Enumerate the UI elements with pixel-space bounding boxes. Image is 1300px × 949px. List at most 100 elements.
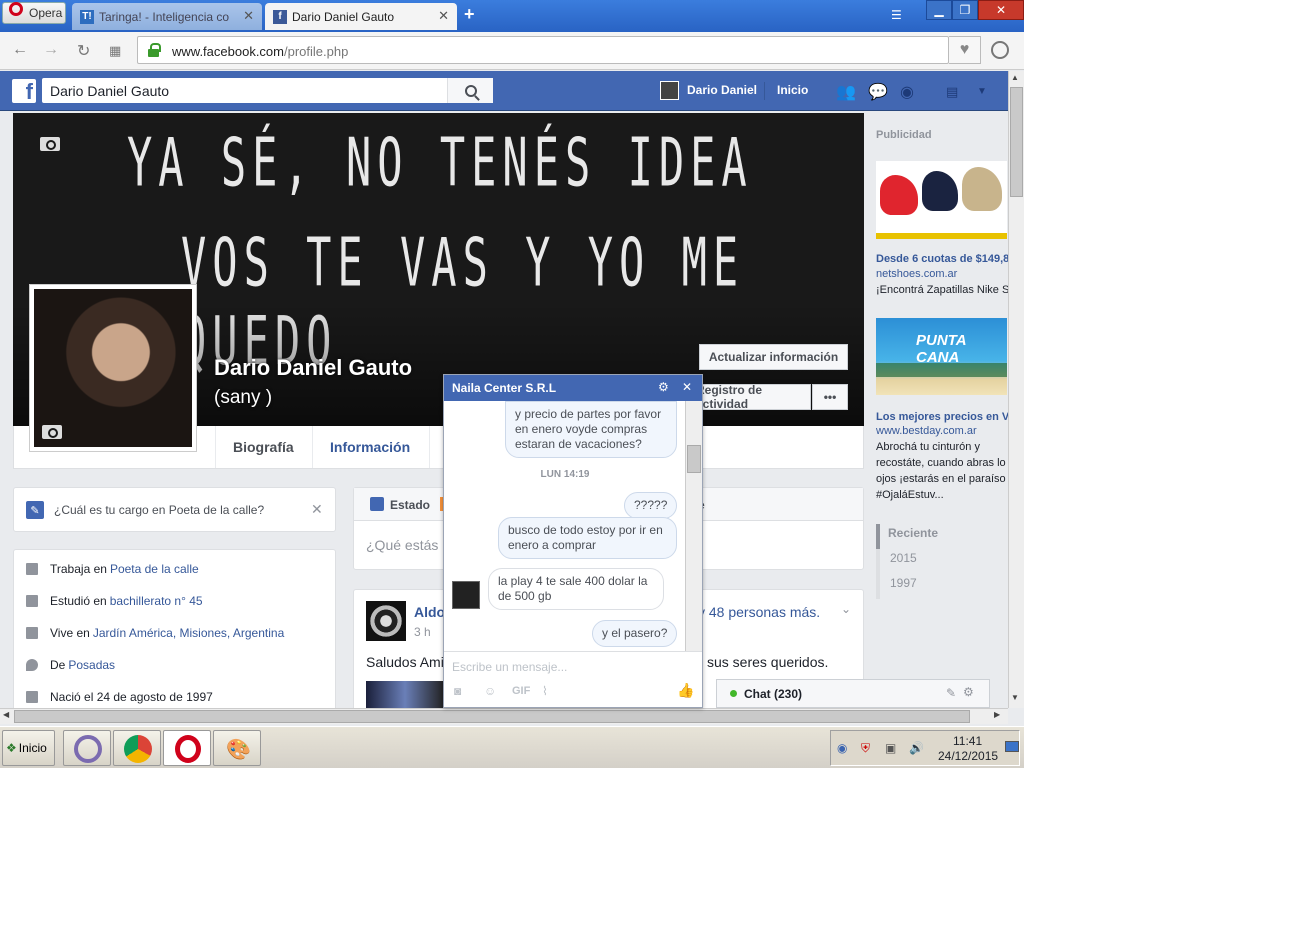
account-icon[interactable] [991, 41, 1009, 59]
chat-header[interactable]: Naila Center S.R.L ⚙ ✕ [444, 375, 702, 401]
new-message-icon[interactable]: ✎ [946, 686, 956, 700]
chat-camera-icon[interactable]: ◙ [454, 684, 461, 698]
like-thumb-icon[interactable]: 👍 [677, 682, 694, 699]
tab-menu-icon[interactable]: ☰ [891, 8, 907, 22]
chat-sidebar-bar[interactable]: Chat (230) ✎ ⚙ [716, 679, 990, 708]
tab-taringa[interactable]: T! Taringa! - Inteligencia co ✕ [72, 3, 262, 30]
chat-bar-label[interactable]: Chat (230) [744, 687, 802, 701]
chat-settings-gear-icon[interactable]: ⚙ [963, 685, 974, 699]
horizontal-scrollbar[interactable]: ◀ ▶ [0, 708, 1008, 724]
year-2015[interactable]: 2015 [876, 549, 996, 574]
horizontal-scroll-thumb[interactable] [14, 710, 970, 723]
chat-close-icon[interactable]: ✕ [682, 380, 692, 394]
tab-informacion[interactable]: Información [312, 426, 427, 468]
tab-facebook-profile[interactable]: f Dario Daniel Gauto ✕ [265, 3, 457, 30]
facebook-logo-icon[interactable]: f [12, 79, 36, 103]
composer-tab-status[interactable]: Estado [390, 498, 430, 512]
back-arrow-icon[interactable]: ← [12, 41, 28, 59]
chat-scroll-thumb[interactable] [687, 445, 701, 473]
opera-menu-button[interactable]: Opera [2, 2, 66, 24]
info-from-link[interactable]: Posadas [68, 658, 115, 672]
scroll-down-arrow-icon[interactable]: ▼ [1011, 693, 1019, 702]
header-profile-link[interactable]: Dario Daniel [687, 83, 757, 97]
composer-input[interactable]: ¿Qué estás [366, 537, 438, 553]
year-1997[interactable]: 1997 [876, 574, 996, 599]
profile-camera-icon[interactable] [42, 425, 62, 439]
ad1-title[interactable]: Desde 6 cuotas de $149,8 [876, 253, 1009, 265]
maximize-button[interactable]: ❐ [952, 0, 978, 20]
chat-scrollbar[interactable] [685, 401, 702, 651]
info-education-link[interactable]: bachillerato n° 45 [110, 594, 203, 608]
profile-photo-image [34, 289, 192, 447]
taskbar-app-bittorrent[interactable] [63, 730, 111, 766]
taskbar-app-paint[interactable]: 🎨 [213, 730, 261, 766]
clock-time[interactable]: 11:41 [953, 734, 982, 748]
forward-arrow-icon[interactable]: → [43, 41, 59, 59]
chat-options-gear-icon[interactable]: ⚙ [658, 380, 669, 394]
chat-contact-avatar[interactable] [452, 581, 480, 609]
chat-title[interactable]: Naila Center S.R.L [452, 381, 556, 395]
ad1-url[interactable]: netshoes.com.ar [876, 268, 957, 280]
tray-network-icon[interactable]: ◉ [837, 741, 847, 755]
new-tab-button[interactable]: + [464, 4, 475, 25]
messages-icon[interactable]: 💬 [868, 82, 888, 101]
start-label: Inicio [18, 741, 47, 755]
header-home-link[interactable]: Inicio [777, 83, 808, 97]
notifications-globe-icon[interactable]: ◉ [900, 82, 920, 101]
start-button[interactable]: ❖ Inicio [2, 730, 55, 766]
friend-requests-icon[interactable]: 👥 [836, 82, 856, 101]
scroll-right-arrow-icon[interactable]: ▶ [994, 710, 1000, 719]
profile-name[interactable]: Dario Daniel Gauto [214, 355, 412, 381]
chat-message-input[interactable]: Escribe un mensaje... [452, 660, 567, 674]
year-reciente[interactable]: Reciente [876, 524, 996, 549]
tray-monitor-icon[interactable]: ▣ [885, 741, 896, 755]
ad1-image[interactable] [876, 161, 1007, 239]
close-window-button[interactable]: ✕ [978, 0, 1024, 20]
show-desktop-icon[interactable] [1005, 741, 1019, 752]
minimize-button[interactable]: ▁ [926, 0, 952, 20]
scroll-left-arrow-icon[interactable]: ◀ [3, 710, 9, 719]
more-options-button[interactable]: ••• [812, 384, 848, 410]
search-button[interactable] [447, 78, 493, 103]
scroll-up-arrow-icon[interactable]: ▲ [1011, 73, 1019, 82]
user-avatar-small[interactable] [660, 81, 679, 100]
close-tab-icon[interactable]: ✕ [243, 8, 254, 24]
chat-attach-icon[interactable]: ⌇ [542, 684, 548, 698]
chat-window: Naila Center S.R.L ⚙ ✕ y precio de parte… [443, 374, 703, 708]
taskbar-app-opera[interactable] [163, 730, 211, 766]
info-lives-link[interactable]: Jardín América, Misiones, Argentina [93, 626, 284, 640]
post-time[interactable]: 3 h [414, 625, 431, 639]
info-work-link[interactable]: Poeta de la calle [110, 562, 199, 576]
vertical-scroll-thumb[interactable] [1010, 87, 1023, 197]
cover-camera-icon[interactable] [40, 137, 60, 151]
reload-icon[interactable]: ↻ [77, 41, 90, 61]
post-tagged-link[interactable]: y 48 personas más. [698, 604, 820, 620]
account-menu-chevron-icon[interactable]: ▼ [977, 86, 997, 104]
chat-gif-icon[interactable]: GIF [512, 685, 530, 697]
bookmark-heart-button[interactable]: ♥ [949, 36, 981, 64]
update-info-button[interactable]: Actualizar información [699, 344, 848, 370]
ad2-url[interactable]: www.bestday.com.ar [876, 425, 977, 437]
tray-volume-icon[interactable]: 🔊 [909, 741, 924, 755]
close-tab-icon[interactable]: ✕ [438, 8, 449, 24]
ad2-banner-text: PUNTA CANA [916, 332, 966, 366]
post-options-chevron-icon[interactable]: ⌄ [841, 602, 851, 616]
chat-emoji-icon[interactable]: ☺ [484, 684, 496, 698]
post-author-name[interactable]: Aldo [414, 604, 445, 620]
tab-biografia[interactable]: Biografía [215, 426, 311, 468]
post-author-avatar[interactable] [366, 601, 406, 641]
cargo-question[interactable]: ¿Cuál es tu cargo en Poeta de la calle? [54, 503, 264, 517]
speed-dial-grid-icon[interactable]: ▦ [109, 43, 121, 59]
clock-date[interactable]: 24/12/2015 [938, 749, 998, 763]
ad2-image[interactable]: PUNTA CANA [876, 318, 1007, 395]
ad2-title[interactable]: Los mejores precios en V [876, 411, 1009, 423]
url-field[interactable]: www.facebook.com/profile.php [137, 36, 949, 64]
tray-security-icon[interactable]: ⛨ [861, 741, 870, 756]
dismiss-icon[interactable]: ✕ [311, 501, 323, 518]
vertical-scrollbar[interactable]: ▲ ▼ [1008, 71, 1024, 708]
taskbar-app-chrome[interactable] [113, 730, 161, 766]
facebook-search-input[interactable]: Dario Daniel Gauto [42, 78, 493, 103]
privacy-shortcuts-icon[interactable]: ▤ [946, 84, 966, 102]
activity-log-button[interactable]: Registro de actividad [695, 383, 811, 411]
profile-picture[interactable] [29, 284, 197, 452]
